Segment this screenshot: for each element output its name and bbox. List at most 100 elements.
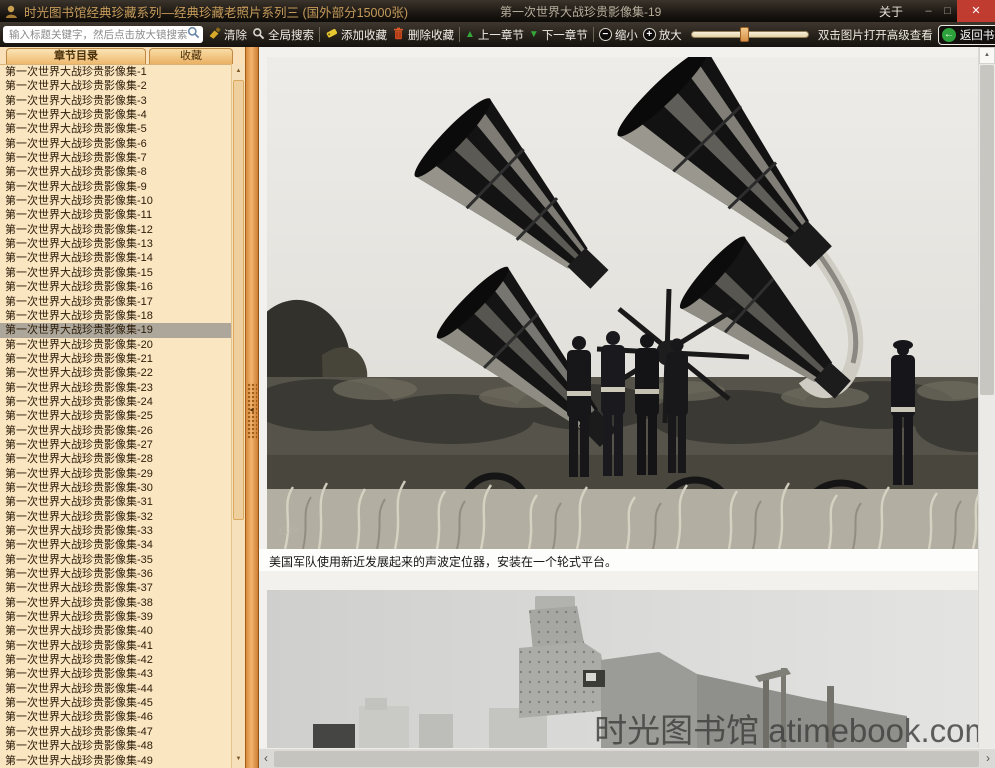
chapter-item[interactable]: 第一次世界大战珍贵影像集-29 xyxy=(0,467,231,481)
zoom-slider[interactable] xyxy=(691,31,809,38)
minimize-button[interactable]: – xyxy=(919,0,938,22)
sidebar: 章节目录 收藏 第一次世界大战珍贵影像集-1第一次世界大战珍贵影像集-2第一次世… xyxy=(0,47,245,768)
chapter-item[interactable]: 第一次世界大战珍贵影像集-48 xyxy=(0,739,231,753)
chapter-item[interactable]: 第一次世界大战珍贵影像集-45 xyxy=(0,696,231,710)
chapter-item[interactable]: 第一次世界大战珍贵影像集-39 xyxy=(0,610,231,624)
sidebar-scrollbar[interactable]: ▲ ▼ xyxy=(231,64,245,768)
chapter-item[interactable]: 第一次世界大战珍贵影像集-1 xyxy=(0,65,231,79)
chapter-item[interactable]: 第一次世界大战珍贵影像集-27 xyxy=(0,438,231,452)
photo-armored-vehicle[interactable]: 时光图书馆 atimebook.com xyxy=(267,590,994,748)
content-area: 3319 美国军队使用新近发展起来的声波定位器，安装在一个轮式平台。 xyxy=(259,47,995,768)
back-to-shelf-button[interactable]: ← 返回书架 xyxy=(938,25,995,45)
sidebar-scrollbar-thumb[interactable] xyxy=(233,80,244,520)
splitter-handle[interactable]: ◄ xyxy=(245,47,259,768)
chapter-item[interactable]: 第一次世界大战珍贵影像集-43 xyxy=(0,667,231,681)
chapter-item[interactable]: 第一次世界大战珍贵影像集-44 xyxy=(0,682,231,696)
search-input[interactable] xyxy=(9,29,187,41)
chapter-item[interactable]: 第一次世界大战珍贵影像集-2 xyxy=(0,79,231,93)
chapter-item[interactable]: 第一次世界大战珍贵影像集-31 xyxy=(0,495,231,509)
chapter-item[interactable]: 第一次世界大战珍贵影像集-15 xyxy=(0,266,231,280)
search-box[interactable] xyxy=(3,26,203,43)
scroll-down-icon[interactable]: ▼ xyxy=(232,753,245,766)
minus-circle-icon: − xyxy=(599,28,612,41)
chapter-item[interactable]: 第一次世界大战珍贵影像集-3 xyxy=(0,94,231,108)
content-horizontal-scrollbar[interactable]: ‹ › xyxy=(259,748,995,768)
scroll-up-icon[interactable]: ▲ xyxy=(232,65,245,78)
watermark: 时光图书馆 atimebook.com xyxy=(594,704,992,748)
chapter-item[interactable]: 第一次世界大战珍贵影像集-35 xyxy=(0,553,231,567)
chapter-item[interactable]: 第一次世界大战珍贵影像集-11 xyxy=(0,208,231,222)
add-favorite-button[interactable]: 添加收藏 xyxy=(325,27,387,43)
window-title: 时光图书馆经典珍藏系列—经典珍藏老照片系列三 (国外部分15000张) xyxy=(24,2,408,21)
vertical-scrollbar-thumb[interactable] xyxy=(980,65,994,395)
chapter-item[interactable]: 第一次世界大战珍贵影像集-28 xyxy=(0,452,231,466)
close-button[interactable]: ✕ xyxy=(957,0,995,22)
chapter-item[interactable]: 第一次世界大战珍贵影像集-42 xyxy=(0,653,231,667)
toolbar: 清除 全局搜索 添加收藏 删除收藏 ▲ 上一章节 ▼ 下一 xyxy=(0,22,995,47)
chapter-item[interactable]: 第一次世界大战珍贵影像集-6 xyxy=(0,137,231,151)
chapter-item[interactable]: 第一次世界大战珍贵影像集-26 xyxy=(0,424,231,438)
chapter-item[interactable]: 第一次世界大战珍贵影像集-8 xyxy=(0,165,231,179)
toolbar-separator xyxy=(593,27,594,42)
chapter-item[interactable]: 第一次世界大战珍贵影像集-34 xyxy=(0,538,231,552)
caption-row: 美国军队使用新近发展起来的声波定位器，安装在一个轮式平台。 xyxy=(259,549,995,571)
zoom-slider-thumb[interactable] xyxy=(740,27,749,42)
triangle-down-icon: ▼ xyxy=(529,30,539,40)
chapter-item[interactable]: 第一次世界大战珍贵影像集-30 xyxy=(0,481,231,495)
chapter-item[interactable]: 第一次世界大战珍贵影像集-49 xyxy=(0,754,231,768)
chapter-item[interactable]: 第一次世界大战珍贵影像集-18 xyxy=(0,309,231,323)
tab-favorites[interactable]: 收藏 xyxy=(149,48,233,64)
clear-button[interactable]: 清除 xyxy=(208,27,247,43)
chapter-item[interactable]: 第一次世界大战珍贵影像集-4 xyxy=(0,108,231,122)
chapter-item[interactable]: 第一次世界大战珍贵影像集-19 xyxy=(0,323,231,337)
zoom-out-button[interactable]: − 缩小 xyxy=(599,27,638,43)
prev-chapter-button[interactable]: ▲ 上一章节 xyxy=(465,27,524,43)
chapter-item[interactable]: 第一次世界大战珍贵影像集-40 xyxy=(0,624,231,638)
chapter-item[interactable]: 第一次世界大战珍贵影像集-33 xyxy=(0,524,231,538)
chapter-item[interactable]: 第一次世界大战珍贵影像集-10 xyxy=(0,194,231,208)
photo-acoustic-locator[interactable]: 3319 xyxy=(267,57,994,549)
about-button[interactable]: 关于 xyxy=(879,3,903,20)
clear-icon xyxy=(208,27,221,43)
content-vertical-scrollbar[interactable]: ▲ xyxy=(978,47,995,748)
chapter-item[interactable]: 第一次世界大战珍贵影像集-5 xyxy=(0,122,231,136)
next-chapter-button[interactable]: ▼ 下一章节 xyxy=(529,27,588,43)
chapter-item[interactable]: 第一次世界大战珍贵影像集-25 xyxy=(0,409,231,423)
chapter-item[interactable]: 第一次世界大战珍贵影像集-9 xyxy=(0,180,231,194)
document-title: 第一次世界大战珍贵影像集-19 xyxy=(500,3,661,20)
chapter-item[interactable]: 第一次世界大战珍贵影像集-20 xyxy=(0,338,231,352)
chapter-item[interactable]: 第一次世界大战珍贵影像集-47 xyxy=(0,725,231,739)
chapter-item[interactable]: 第一次世界大战珍贵影像集-7 xyxy=(0,151,231,165)
chapter-item[interactable]: 第一次世界大战珍贵影像集-16 xyxy=(0,280,231,294)
chapter-item[interactable]: 第一次世界大战珍贵影像集-36 xyxy=(0,567,231,581)
chapter-item[interactable]: 第一次世界大战珍贵影像集-12 xyxy=(0,223,231,237)
toolbar-separator xyxy=(459,27,460,42)
maximize-button[interactable]: □ xyxy=(938,0,957,22)
scroll-up-icon[interactable]: ▲ xyxy=(979,47,995,64)
zoom-in-button[interactable]: + 放大 xyxy=(643,27,682,43)
app-icon xyxy=(4,4,19,19)
chapter-item[interactable]: 第一次世界大战珍贵影像集-17 xyxy=(0,295,231,309)
horizontal-scrollbar-thumb[interactable] xyxy=(274,751,979,767)
chapter-item[interactable]: 第一次世界大战珍贵影像集-46 xyxy=(0,710,231,724)
chapter-item[interactable]: 第一次世界大战珍贵影像集-21 xyxy=(0,352,231,366)
scroll-left-icon[interactable]: ‹ xyxy=(259,749,273,768)
chapter-item[interactable]: 第一次世界大战珍贵影像集-37 xyxy=(0,581,231,595)
remove-favorite-button[interactable]: 删除收藏 xyxy=(392,27,454,43)
chapter-item[interactable]: 第一次世界大战珍贵影像集-22 xyxy=(0,366,231,380)
scroll-right-icon[interactable]: › xyxy=(981,749,995,768)
photo1-illustration: 3319 xyxy=(267,57,994,549)
chapter-item[interactable]: 第一次世界大战珍贵影像集-23 xyxy=(0,381,231,395)
chapter-item[interactable]: 第一次世界大战珍贵影像集-41 xyxy=(0,639,231,653)
chapter-item[interactable]: 第一次世界大战珍贵影像集-14 xyxy=(0,251,231,265)
window-controls: 关于 – □ ✕ xyxy=(879,0,995,22)
search-icon[interactable] xyxy=(187,26,200,44)
titlebar[interactable]: 时光图书馆经典珍藏系列—经典珍藏老照片系列三 (国外部分15000张) 第一次世… xyxy=(0,0,995,22)
chapter-item[interactable]: 第一次世界大战珍贵影像集-32 xyxy=(0,510,231,524)
chapter-item[interactable]: 第一次世界大战珍贵影像集-38 xyxy=(0,596,231,610)
global-search-button[interactable]: 全局搜索 xyxy=(252,27,314,43)
back-arrow-icon: ← xyxy=(942,28,956,42)
tab-chapter-directory[interactable]: 章节目录 xyxy=(6,48,146,64)
chapter-item[interactable]: 第一次世界大战珍贵影像集-24 xyxy=(0,395,231,409)
chapter-item[interactable]: 第一次世界大战珍贵影像集-13 xyxy=(0,237,231,251)
